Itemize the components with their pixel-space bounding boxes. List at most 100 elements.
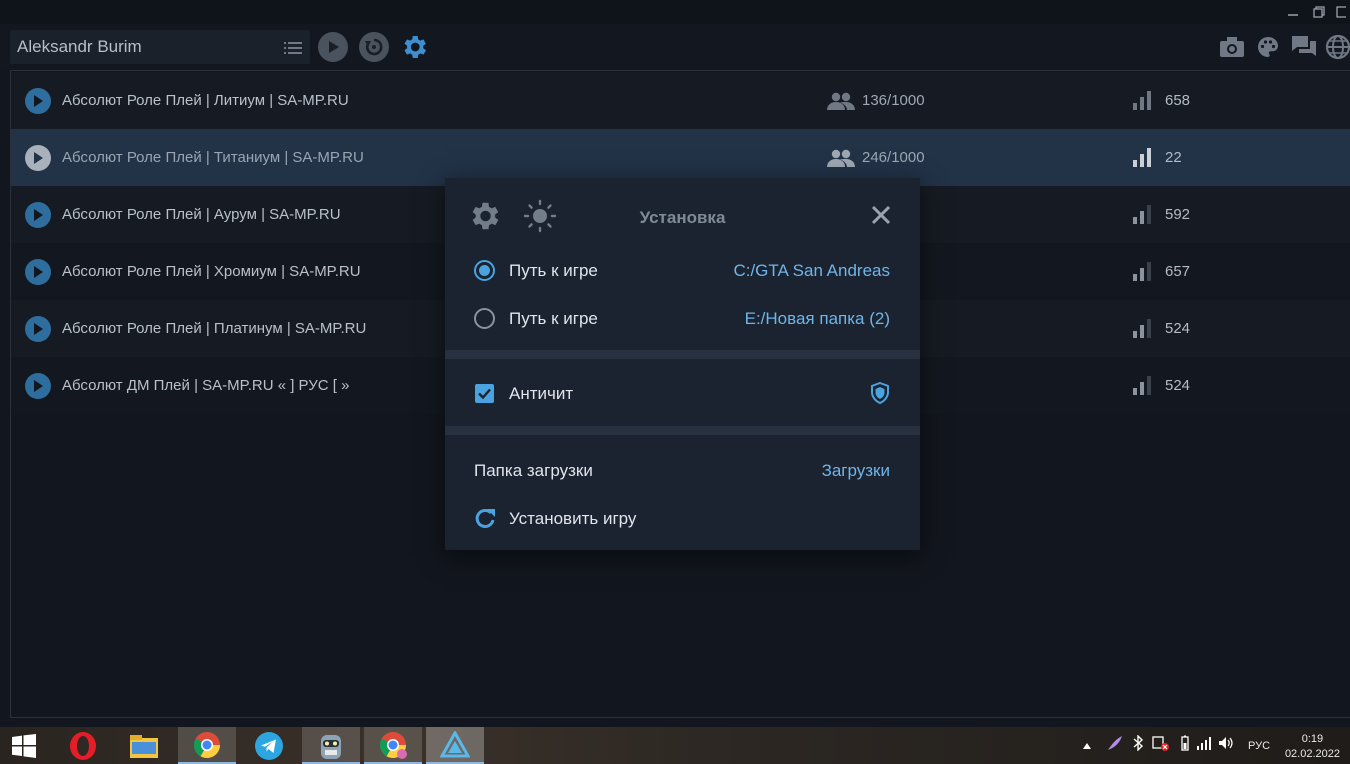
system-tray: РУС xyxy=(1080,727,1270,764)
play-server-button[interactable] xyxy=(25,145,51,171)
play-icon xyxy=(34,266,43,278)
close-window-button[interactable] xyxy=(1332,0,1350,24)
signal-strength-icon[interactable] xyxy=(1196,736,1212,755)
taskbar: РУС 0:19 02.02.2022 xyxy=(0,727,1350,764)
play-button[interactable] xyxy=(318,32,348,62)
minimize-button[interactable] xyxy=(1280,0,1306,24)
play-icon xyxy=(34,152,43,164)
path-label: Путь к игре xyxy=(509,261,598,280)
radio-unselected[interactable] xyxy=(474,308,495,329)
shield-icon xyxy=(870,381,890,409)
restore-button[interactable] xyxy=(1306,0,1332,24)
chrome-icon xyxy=(193,731,221,758)
taskbar-explorer[interactable] xyxy=(120,727,168,764)
close-window-icon xyxy=(1336,6,1346,18)
gear-icon xyxy=(404,36,426,58)
theme-button[interactable] xyxy=(1254,33,1282,61)
play-server-button[interactable] xyxy=(25,373,51,399)
volume-icon[interactable] xyxy=(1218,736,1234,755)
bender-icon xyxy=(321,734,341,759)
play-server-button[interactable] xyxy=(25,88,51,114)
players-icon xyxy=(826,92,856,115)
clock-date: 02.02.2022 xyxy=(1284,748,1340,760)
taskbar-opera[interactable] xyxy=(59,727,107,764)
install-game-label: Установить игру xyxy=(509,509,637,528)
ping-value: 657 xyxy=(1165,263,1191,280)
check-icon xyxy=(478,388,491,400)
anticheat-option[interactable]: Античит xyxy=(445,369,920,417)
start-button[interactable] xyxy=(0,727,48,764)
signal-icon xyxy=(1131,204,1153,229)
server-name: Абсолют Роле Плей | Литиум | SA-MP.RU xyxy=(62,92,349,109)
chat-icon xyxy=(1292,36,1316,56)
chrome-icon xyxy=(379,731,407,759)
signal-icon xyxy=(1131,318,1153,343)
server-name: Абсолют ДМ Плей | SA-MP.RU « ] РУС [ » xyxy=(62,377,350,394)
ping-value: 524 xyxy=(1165,320,1191,337)
game-path-option-2[interactable]: Путь к игре E:/Новая папка (2) xyxy=(445,294,920,342)
camera-icon xyxy=(1220,37,1244,57)
refresh-button[interactable] xyxy=(359,32,389,62)
tray-expand-icon[interactable] xyxy=(1080,742,1094,750)
path-value[interactable]: C:/GTA San Andreas xyxy=(733,261,890,281)
feather-icon[interactable] xyxy=(1106,734,1124,757)
server-name: Абсолют Роле Плей | Хромиум | SA-MP.RU xyxy=(62,263,361,280)
taskbar-bender-app[interactable] xyxy=(302,727,360,764)
palette-icon xyxy=(1258,37,1278,57)
nickname-input[interactable]: Aleksandr Burim xyxy=(10,30,310,64)
list-icon[interactable] xyxy=(284,40,302,60)
settings-button[interactable] xyxy=(399,32,429,62)
install-game-button[interactable]: Установить игру xyxy=(445,494,920,542)
toolbar: Aleksandr Burim xyxy=(0,24,1350,70)
language-button[interactable] xyxy=(1324,33,1350,61)
players-count: 136/1000 xyxy=(862,92,925,109)
path-value[interactable]: E:/Новая папка (2) xyxy=(745,309,890,329)
signal-icon xyxy=(1131,147,1153,172)
battery-icon[interactable] xyxy=(1180,735,1190,756)
download-folder-option[interactable]: Папка загрузки Загрузки xyxy=(445,446,920,494)
play-icon xyxy=(34,209,43,221)
clock-time: 0:19 xyxy=(1301,733,1324,745)
chat-button[interactable] xyxy=(1290,33,1318,61)
taskbar-chrome-1[interactable] xyxy=(178,727,236,764)
telegram-icon xyxy=(255,731,283,760)
opera-icon xyxy=(70,731,96,760)
play-server-button[interactable] xyxy=(25,202,51,228)
play-icon xyxy=(329,41,339,53)
players-icon xyxy=(826,149,856,172)
globe-icon xyxy=(1325,34,1350,60)
game-path-option-1[interactable]: Путь к игре C:/GTA San Andreas xyxy=(445,246,920,294)
close-modal-button[interactable] xyxy=(868,202,894,233)
settings-modal: Установка Путь к игре C:/GTA San Andreas… xyxy=(445,178,920,550)
folder-icon xyxy=(130,734,158,758)
divider xyxy=(445,350,920,359)
bluetooth-icon[interactable] xyxy=(1132,734,1144,756)
restore-icon xyxy=(1313,6,1325,18)
server-row[interactable]: Абсолют Роле Плей | Литиум | SA-MP.RU 13… xyxy=(11,72,1350,129)
nickname-value: Aleksandr Burim xyxy=(17,37,142,56)
ping-value: 524 xyxy=(1165,377,1191,394)
server-name: Абсолют Роле Плей | Титаниум | SA-MP.RU xyxy=(62,149,364,166)
taskbar-clock[interactable]: 0:19 02.02.2022 xyxy=(1285,732,1340,762)
windows-icon xyxy=(12,733,36,758)
divider xyxy=(445,426,920,435)
download-folder-value[interactable]: Загрузки xyxy=(822,461,890,481)
play-server-button[interactable] xyxy=(25,259,51,285)
anticheat-checkbox[interactable] xyxy=(475,384,494,403)
input-language[interactable]: РУС xyxy=(1248,740,1270,752)
window-titlebar xyxy=(0,0,1350,24)
path-label: Путь к игре xyxy=(509,309,598,328)
screenshot-button[interactable] xyxy=(1218,33,1246,61)
radio-selected[interactable] xyxy=(474,260,495,281)
taskbar-telegram[interactable] xyxy=(244,727,294,764)
play-icon xyxy=(34,323,43,335)
play-server-button[interactable] xyxy=(25,316,51,342)
network-error-icon[interactable] xyxy=(1152,735,1170,756)
refresh-icon xyxy=(474,507,496,534)
refresh-icon xyxy=(365,38,383,56)
taskbar-chrome-2[interactable] xyxy=(364,727,422,764)
ping-value: 658 xyxy=(1165,92,1191,109)
download-folder-label: Папка загрузки xyxy=(474,461,593,480)
play-icon xyxy=(34,380,43,392)
taskbar-launcher[interactable] xyxy=(426,727,484,764)
